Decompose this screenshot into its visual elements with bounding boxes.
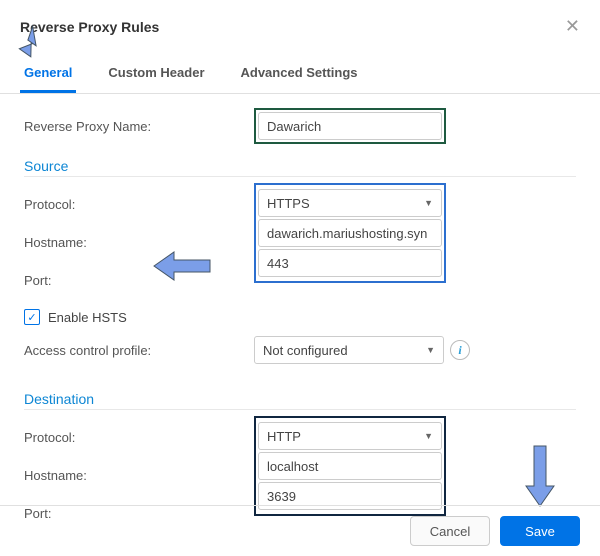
dest-hostname-input[interactable]: localhost bbox=[258, 452, 442, 480]
dest-protocol-label: Protocol: bbox=[24, 430, 254, 445]
source-hostname-input[interactable]: dawarich.mariushosting.syn bbox=[258, 219, 442, 247]
source-hostname-label: Hostname: bbox=[24, 235, 254, 250]
source-protocol-label: Protocol: bbox=[24, 197, 254, 212]
source-section-title: Source bbox=[24, 148, 576, 177]
source-protocol-value: HTTPS bbox=[267, 196, 310, 211]
destination-section-title: Destination bbox=[24, 381, 576, 410]
chevron-down-icon: ▼ bbox=[424, 198, 433, 208]
annotation-box: Dawarich bbox=[254, 108, 446, 144]
dest-protocol-value: HTTP bbox=[267, 429, 301, 444]
tab-advanced-settings[interactable]: Advanced Settings bbox=[237, 55, 362, 93]
tabs: General Custom Header Advanced Settings bbox=[0, 55, 600, 94]
source-protocol-select[interactable]: HTTPS ▼ bbox=[258, 189, 442, 217]
source-port-input[interactable]: 443 bbox=[258, 249, 442, 277]
dest-hostname-label: Hostname: bbox=[24, 468, 254, 483]
close-icon[interactable]: ✕ bbox=[565, 16, 580, 37]
dialog-title: Reverse Proxy Rules bbox=[20, 19, 159, 35]
chevron-down-icon: ▼ bbox=[426, 345, 435, 355]
access-control-label: Access control profile: bbox=[24, 343, 254, 358]
source-port-label: Port: bbox=[24, 273, 254, 288]
chevron-down-icon: ▼ bbox=[424, 431, 433, 441]
tab-general[interactable]: General bbox=[20, 55, 76, 93]
annotation-box: HTTP ▼ localhost 3639 bbox=[254, 416, 446, 516]
access-control-select[interactable]: Not configured ▼ bbox=[254, 336, 444, 364]
info-icon[interactable]: i bbox=[450, 340, 470, 360]
reverse-proxy-name-input[interactable]: Dawarich bbox=[258, 112, 442, 140]
enable-hsts-label: Enable HSTS bbox=[48, 310, 127, 325]
save-button[interactable]: Save bbox=[500, 516, 580, 546]
dest-protocol-select[interactable]: HTTP ▼ bbox=[258, 422, 442, 450]
access-control-value: Not configured bbox=[263, 343, 348, 358]
annotation-box: HTTPS ▼ dawarich.mariushosting.syn 443 bbox=[254, 183, 446, 283]
enable-hsts-checkbox[interactable]: ✓ bbox=[24, 309, 40, 325]
tab-custom-header[interactable]: Custom Header bbox=[104, 55, 208, 93]
reverse-proxy-name-label: Reverse Proxy Name: bbox=[24, 119, 254, 134]
cancel-button[interactable]: Cancel bbox=[410, 516, 490, 546]
